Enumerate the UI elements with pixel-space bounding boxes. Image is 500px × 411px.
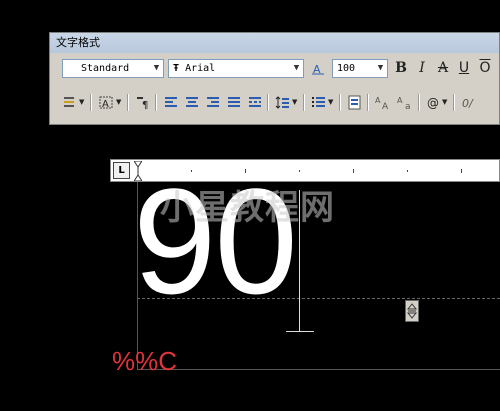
editor-border-bottom xyxy=(137,369,500,370)
separator xyxy=(155,94,157,111)
italic-button[interactable]: I xyxy=(415,59,429,78)
text-formatting-toolbar: 文字格式 Standard ▼ Ŧ Arial ▼ A 100 ▼ B I A … xyxy=(49,32,500,125)
align-center-icon[interactable] xyxy=(184,95,200,110)
toolbar-title[interactable]: 文字格式 xyxy=(50,33,499,53)
align-left-icon[interactable] xyxy=(163,95,179,110)
align-right-icon[interactable] xyxy=(205,95,221,110)
lowercase-icon[interactable]: Aa xyxy=(396,95,412,110)
chevron-down-icon[interactable]: ▼ xyxy=(328,98,333,106)
style-value: Standard xyxy=(81,63,130,74)
chevron-down-icon[interactable]: ▼ xyxy=(290,60,303,77)
chevron-down-icon[interactable]: ▼ xyxy=(374,60,387,77)
chevron-down-icon[interactable]: ▼ xyxy=(292,98,297,106)
ruler-tick xyxy=(353,169,354,173)
chevron-down-icon[interactable]: ▼ xyxy=(150,60,163,77)
overline-button[interactable]: O xyxy=(478,59,492,78)
separator xyxy=(418,94,420,111)
separator xyxy=(303,94,305,111)
text-cursor xyxy=(299,190,300,332)
ruler-tick xyxy=(407,170,408,172)
numbering-icon[interactable] xyxy=(311,95,327,110)
line-spacing-icon[interactable] xyxy=(275,95,291,110)
stack-icon[interactable] xyxy=(62,95,78,110)
separator xyxy=(339,94,341,111)
ruler-tab-type[interactable]: L xyxy=(113,162,130,179)
underline-button[interactable]: U xyxy=(457,59,471,78)
toolbar-row-2: ▼ A ▼ ¶ ▼ ▼ A A A a @ ▼ 0/ xyxy=(56,91,499,115)
svg-text:A: A xyxy=(382,102,389,110)
uppercase-icon[interactable]: AA xyxy=(374,95,390,110)
ruler-tick xyxy=(461,169,462,173)
separator xyxy=(367,94,369,111)
paragraph-icon[interactable]: ¶ xyxy=(135,95,151,110)
svg-text:a: a xyxy=(405,102,411,110)
strikethrough-button[interactable]: A xyxy=(436,59,450,78)
text-frame-icon[interactable]: A xyxy=(98,95,114,110)
justify-icon[interactable] xyxy=(226,95,242,110)
chevron-down-icon[interactable]: ▼ xyxy=(116,98,121,106)
svg-text:¶: ¶ xyxy=(142,100,148,110)
insert-field-icon[interactable] xyxy=(347,95,363,110)
font-select[interactable]: Ŧ Arial ▼ xyxy=(168,59,304,78)
svg-text:A: A xyxy=(397,96,403,105)
svg-text:A: A xyxy=(375,96,381,105)
text-height-value: 100 xyxy=(337,63,356,74)
svg-text:@: @ xyxy=(427,96,439,110)
resize-handle[interactable] xyxy=(405,300,419,322)
text-cursor-base xyxy=(286,331,314,332)
separator xyxy=(453,94,455,111)
distribute-icon[interactable] xyxy=(247,95,263,110)
font-type-icon: Ŧ xyxy=(173,63,180,74)
chevron-down-icon[interactable]: ▼ xyxy=(442,98,447,106)
chevron-down-icon[interactable]: ▼ xyxy=(79,98,84,106)
ruler-tick xyxy=(299,170,300,172)
diameter-code-text: %%C xyxy=(112,346,178,376)
watermark: 小星教程网 xyxy=(160,188,335,228)
separator xyxy=(127,94,129,111)
separator xyxy=(90,94,92,111)
text-height-input[interactable]: 100 ▼ xyxy=(332,59,388,78)
bold-button[interactable]: B xyxy=(394,59,408,78)
toolbar-row-1: Standard ▼ Ŧ Arial ▼ A 100 ▼ B I A U O xyxy=(56,57,499,81)
style-select[interactable]: Standard ▼ xyxy=(62,59,164,78)
oblique-angle-icon[interactable]: 0/ xyxy=(460,95,476,110)
symbol-icon[interactable]: @ xyxy=(426,95,442,110)
separator xyxy=(267,94,269,111)
annotative-icon[interactable]: A xyxy=(310,61,326,76)
font-value: Arial xyxy=(185,63,216,74)
svg-text:A: A xyxy=(102,99,109,110)
svg-text:0/: 0/ xyxy=(462,97,474,110)
